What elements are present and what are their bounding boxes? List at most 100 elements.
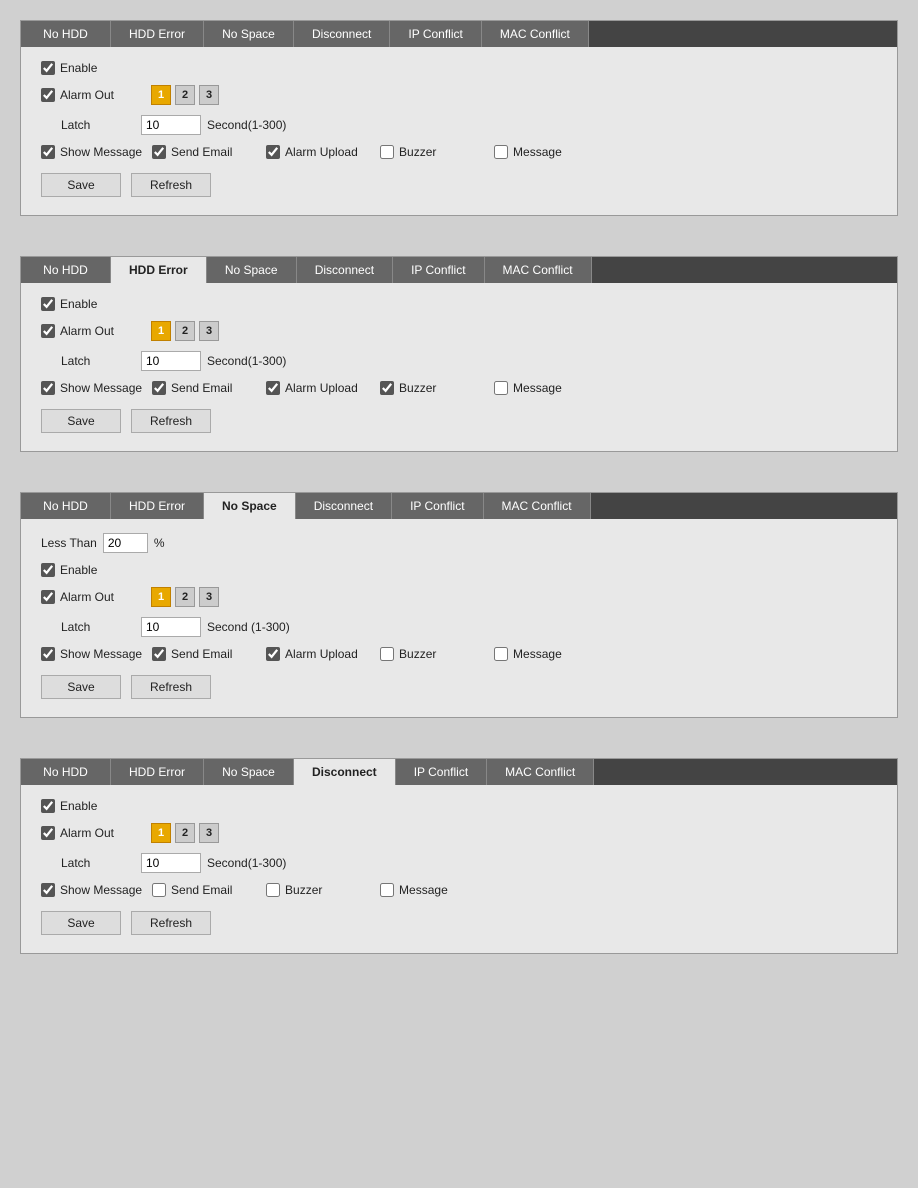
send-email-label: Send Email (152, 883, 252, 897)
tab-bar: No HDDHDD ErrorNo SpaceDisconnectIP Conf… (21, 493, 897, 519)
tab-ip-conflict[interactable]: IP Conflict (396, 759, 487, 785)
tab-mac-conflict[interactable]: MAC Conflict (482, 21, 589, 47)
alarm-btn-2[interactable]: 2 (175, 587, 195, 607)
alarm-out-checkbox[interactable] (41, 324, 55, 338)
show-message-checkbox[interactable] (41, 381, 55, 395)
alarm-out-checkbox[interactable] (41, 826, 55, 840)
save-button[interactable]: Save (41, 409, 121, 433)
alarm-upload-checkbox[interactable] (266, 381, 280, 395)
less-than-input[interactable] (103, 533, 148, 553)
send-email-checkbox[interactable] (152, 381, 166, 395)
tab-mac-conflict[interactable]: MAC Conflict (485, 257, 592, 283)
show-message-row: Show MessageSend EmailBuzzerMessage (41, 883, 877, 897)
tab-hdd-error[interactable]: HDD Error (111, 493, 204, 519)
enable-checkbox[interactable] (41, 563, 55, 577)
tab-disconnect[interactable]: Disconnect (297, 257, 393, 283)
save-button[interactable]: Save (41, 173, 121, 197)
show-message-row: Show MessageSend EmailAlarm UploadBuzzer… (41, 647, 877, 661)
latch-suffix: Second(1-300) (207, 354, 286, 368)
tab-end (592, 257, 897, 283)
latch-input[interactable] (141, 853, 201, 873)
buzzer-checkbox[interactable] (380, 381, 394, 395)
alarm-btn-3[interactable]: 3 (199, 85, 219, 105)
alarm-out-checkbox[interactable] (41, 590, 55, 604)
show-message-checkbox[interactable] (41, 883, 55, 897)
tab-disconnect[interactable]: Disconnect (296, 493, 392, 519)
tab-mac-conflict[interactable]: MAC Conflict (484, 493, 591, 519)
latch-input[interactable] (141, 351, 201, 371)
buzzer-checkbox[interactable] (380, 647, 394, 661)
refresh-button[interactable]: Refresh (131, 675, 211, 699)
send-email-checkbox[interactable] (152, 145, 166, 159)
alarm-out-text: Alarm Out (60, 324, 114, 338)
message-label: Message (380, 883, 480, 897)
save-button[interactable]: Save (41, 911, 121, 935)
tab-no-space[interactable]: No Space (207, 257, 297, 283)
message-checkbox[interactable] (494, 647, 508, 661)
tab-hdd-error[interactable]: HDD Error (111, 759, 204, 785)
tab-disconnect[interactable]: Disconnect (294, 759, 396, 785)
alarm-out-row: Alarm Out 123 (41, 587, 877, 607)
tab-hdd-error[interactable]: HDD Error (111, 257, 207, 283)
save-button[interactable]: Save (41, 675, 121, 699)
tab-ip-conflict[interactable]: IP Conflict (393, 257, 484, 283)
tab-hdd-error[interactable]: HDD Error (111, 21, 204, 47)
alarm-btn-1[interactable]: 1 (151, 587, 171, 607)
show-message-checkbox[interactable] (41, 145, 55, 159)
tab-no-hdd[interactable]: No HDD (21, 493, 111, 519)
tab-mac-conflict[interactable]: MAC Conflict (487, 759, 594, 785)
refresh-button[interactable]: Refresh (131, 911, 211, 935)
tab-no-hdd[interactable]: No HDD (21, 257, 111, 283)
refresh-button[interactable]: Refresh (131, 409, 211, 433)
tab-disconnect[interactable]: Disconnect (294, 21, 390, 47)
alarm-btn-1[interactable]: 1 (151, 823, 171, 843)
tab-no-space[interactable]: No Space (204, 21, 294, 47)
send-email-checkbox[interactable] (152, 647, 166, 661)
enable-checkbox[interactable] (41, 61, 55, 75)
enable-checkbox[interactable] (41, 799, 55, 813)
alarm-upload-text: Alarm Upload (285, 145, 358, 159)
buzzer-checkbox[interactable] (380, 145, 394, 159)
alarm-out-text: Alarm Out (60, 826, 114, 840)
message-checkbox[interactable] (494, 381, 508, 395)
alarm-upload-checkbox[interactable] (266, 145, 280, 159)
alarm-btn-1[interactable]: 1 (151, 321, 171, 341)
refresh-button[interactable]: Refresh (131, 173, 211, 197)
tab-ip-conflict[interactable]: IP Conflict (392, 493, 483, 519)
alarm-out-label: Alarm Out (41, 590, 141, 604)
options-row: Send EmailBuzzerMessage (152, 883, 480, 897)
panel-body: Less Than%EnableAlarm Out123LatchSecond … (21, 519, 897, 717)
enable-checkbox[interactable] (41, 297, 55, 311)
alarm-btn-3[interactable]: 3 (199, 587, 219, 607)
enable-label: Enable (41, 61, 141, 75)
tab-no-hdd[interactable]: No HDD (21, 21, 111, 47)
message-checkbox[interactable] (494, 145, 508, 159)
alarm-btn-3[interactable]: 3 (199, 321, 219, 341)
show-message-text: Show Message (60, 145, 142, 159)
enable-row: Enable (41, 297, 877, 311)
latch-input[interactable] (141, 617, 201, 637)
tab-no-hdd[interactable]: No HDD (21, 759, 111, 785)
alarm-btn-2[interactable]: 2 (175, 823, 195, 843)
message-text: Message (399, 883, 448, 897)
tab-ip-conflict[interactable]: IP Conflict (390, 21, 481, 47)
buzzer-label: Buzzer (380, 381, 480, 395)
tab-bar: No HDDHDD ErrorNo SpaceDisconnectIP Conf… (21, 257, 897, 283)
tab-no-space[interactable]: No Space (204, 493, 296, 519)
alarm-btn-1[interactable]: 1 (151, 85, 171, 105)
alarm-btn-2[interactable]: 2 (175, 85, 195, 105)
alarm-out-checkbox[interactable] (41, 88, 55, 102)
alarm-upload-checkbox[interactable] (266, 647, 280, 661)
button-row: Save Refresh (41, 173, 877, 197)
send-email-label: Send Email (152, 647, 252, 661)
send-email-checkbox[interactable] (152, 883, 166, 897)
tab-no-space[interactable]: No Space (204, 759, 294, 785)
message-checkbox[interactable] (380, 883, 394, 897)
alarm-out-text: Alarm Out (60, 590, 114, 604)
alarm-btn-3[interactable]: 3 (199, 823, 219, 843)
latch-input[interactable] (141, 115, 201, 135)
show-message-checkbox[interactable] (41, 647, 55, 661)
latch-suffix: Second(1-300) (207, 118, 286, 132)
alarm-btn-2[interactable]: 2 (175, 321, 195, 341)
buzzer-checkbox[interactable] (266, 883, 280, 897)
